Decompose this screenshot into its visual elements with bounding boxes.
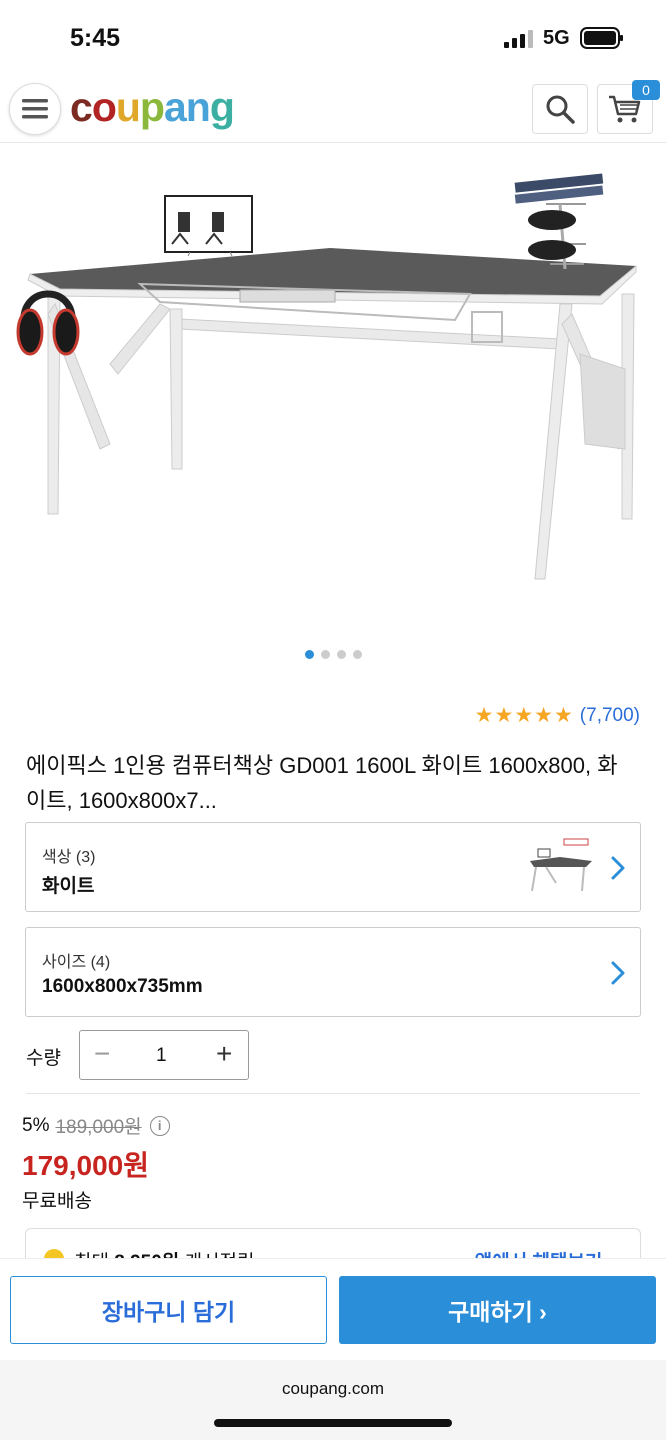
add-to-cart-button[interactable]: 장바구니 담기 <box>10 1276 327 1344</box>
carousel-dots[interactable] <box>0 650 666 659</box>
desk-illustration <box>27 248 637 580</box>
coupang-logo[interactable]: coupang <box>70 84 235 131</box>
logo-letter: a <box>163 84 187 130</box>
quantity-value[interactable]: 1 <box>156 1045 167 1067</box>
shipping-info: 무료배송 <box>22 1191 92 1212</box>
network-type: 5G <box>543 27 570 49</box>
quantity-decrease-button[interactable]: − <box>94 1039 110 1069</box>
star-icon: ★ <box>553 704 573 727</box>
logo-letter: p <box>139 84 165 130</box>
product-image[interactable] <box>0 144 666 634</box>
carousel-dot[interactable] <box>352 650 362 659</box>
carousel-dot[interactable] <box>320 650 330 659</box>
color-option-thumbnail <box>530 838 592 892</box>
battery-icon <box>580 27 623 49</box>
browser-footer: coupang.com <box>0 1360 666 1440</box>
carousel-dot[interactable] <box>304 650 314 659</box>
chevron-right-icon <box>611 856 625 880</box>
original-price: 189,000원 <box>55 1117 142 1138</box>
app-header: coupang <box>0 76 666 143</box>
carousel-dot[interactable] <box>336 650 346 659</box>
rating-summary[interactable]: ★ ★ ★ ★ ★ (7,700) <box>475 704 640 728</box>
buy-now-button[interactable]: 구매하기 › <box>339 1276 656 1344</box>
color-option-label: 색상 (3) <box>42 849 96 866</box>
size-option-label: 사이즈 (4) <box>42 954 111 971</box>
color-option-value: 화이트 <box>42 876 95 897</box>
discount-row: 5% 189,000원 i <box>22 1112 170 1139</box>
logo-letter: g <box>209 84 235 130</box>
home-indicator[interactable] <box>214 1419 452 1427</box>
status-time: 5:45 <box>70 24 121 52</box>
url-domain[interactable]: coupang.com <box>0 1379 666 1399</box>
quantity-label: 수량 <box>26 1048 61 1069</box>
discount-rate: 5% <box>22 1114 50 1136</box>
color-option-selector[interactable]: 색상 (3) 화이트 <box>25 822 641 912</box>
monitor-illustration <box>164 195 253 257</box>
rating-stars: ★ ★ ★ ★ ★ <box>475 704 573 728</box>
status-bar: 5:45 5G <box>0 0 666 72</box>
divider <box>26 1093 640 1094</box>
rating-count[interactable]: (7,700) <box>580 705 640 727</box>
logo-letter: u <box>115 84 141 130</box>
logo-letter: n <box>185 84 211 130</box>
sale-price: 179,000원 <box>22 1150 149 1181</box>
info-icon[interactable]: i <box>149 1115 170 1136</box>
controller-stand-illustration <box>514 173 604 270</box>
logo-letter: o <box>91 84 117 130</box>
star-icon: ★ <box>474 704 494 727</box>
hamburger-icon <box>22 99 48 119</box>
star-icon: ★ <box>534 704 553 727</box>
menu-button[interactable] <box>9 83 61 135</box>
size-option-value: 1600x800x735mm <box>42 976 203 997</box>
size-option-selector[interactable]: 사이즈 (4) 1600x800x735mm <box>25 927 641 1017</box>
quantity-stepper: − 1 + <box>79 1030 249 1080</box>
signal-icon <box>504 30 533 48</box>
chevron-right-icon <box>611 961 625 985</box>
search-icon <box>546 95 575 124</box>
quantity-increase-button[interactable]: + <box>216 1039 232 1069</box>
cart-count-badge: 0 <box>632 80 660 100</box>
bottom-action-bar: 장바구니 담기 구매하기 › <box>0 1258 666 1360</box>
star-icon: ★ <box>494 704 514 727</box>
star-icon: ★ <box>514 704 534 727</box>
logo-letter: c <box>70 84 93 130</box>
search-button[interactable] <box>532 84 588 134</box>
product-title: 에이픽스 1인용 컴퓨터책상 GD001 1600L 화이트 1600x800,… <box>26 753 618 813</box>
